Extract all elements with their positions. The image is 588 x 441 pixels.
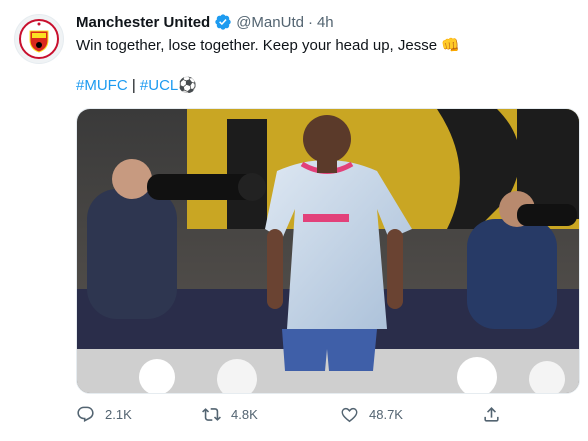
reply-icon	[77, 406, 94, 422]
avatar[interactable]	[14, 14, 64, 64]
author-handle[interactable]: @ManUtd	[236, 14, 304, 31]
tweet-header: Manchester United @ManUtd · 4h	[76, 12, 334, 32]
timestamp[interactable]: 4h	[317, 14, 334, 31]
like-count: 48.7K	[369, 406, 403, 422]
separator-dot: ·	[307, 13, 313, 31]
retweet-icon	[202, 407, 221, 421]
hashtag-ucl[interactable]: #UCL⚽	[140, 77, 197, 94]
photo-image	[77, 109, 579, 393]
tweet[interactable]: Manchester United @ManUtd · 4h Win toget…	[0, 0, 588, 441]
retweet-count: 4.8K	[231, 406, 258, 422]
retweet-button[interactable]: 4.8K	[202, 400, 258, 428]
verified-badge-icon	[215, 14, 231, 30]
share-button[interactable]	[482, 400, 501, 428]
manchester-united-crest-icon	[19, 19, 59, 59]
hashtag-separator: |	[131, 77, 136, 94]
author-name[interactable]: Manchester United	[76, 14, 210, 31]
share-icon	[484, 406, 499, 422]
reply-count: 2.1K	[105, 406, 132, 422]
hashtags: #MUFC | #UCL⚽	[76, 76, 197, 96]
reply-button[interactable]: 2.1K	[76, 400, 132, 428]
tweet-actions: 2.1K 4.8K 48.7K	[76, 400, 516, 428]
tweet-photo[interactable]	[76, 108, 580, 394]
hashtag-mufc[interactable]: #MUFC	[76, 77, 128, 94]
heart-icon	[341, 407, 358, 422]
like-button[interactable]: 48.7K	[340, 400, 403, 428]
tweet-text: Win together, lose together. Keep your h…	[76, 37, 460, 54]
